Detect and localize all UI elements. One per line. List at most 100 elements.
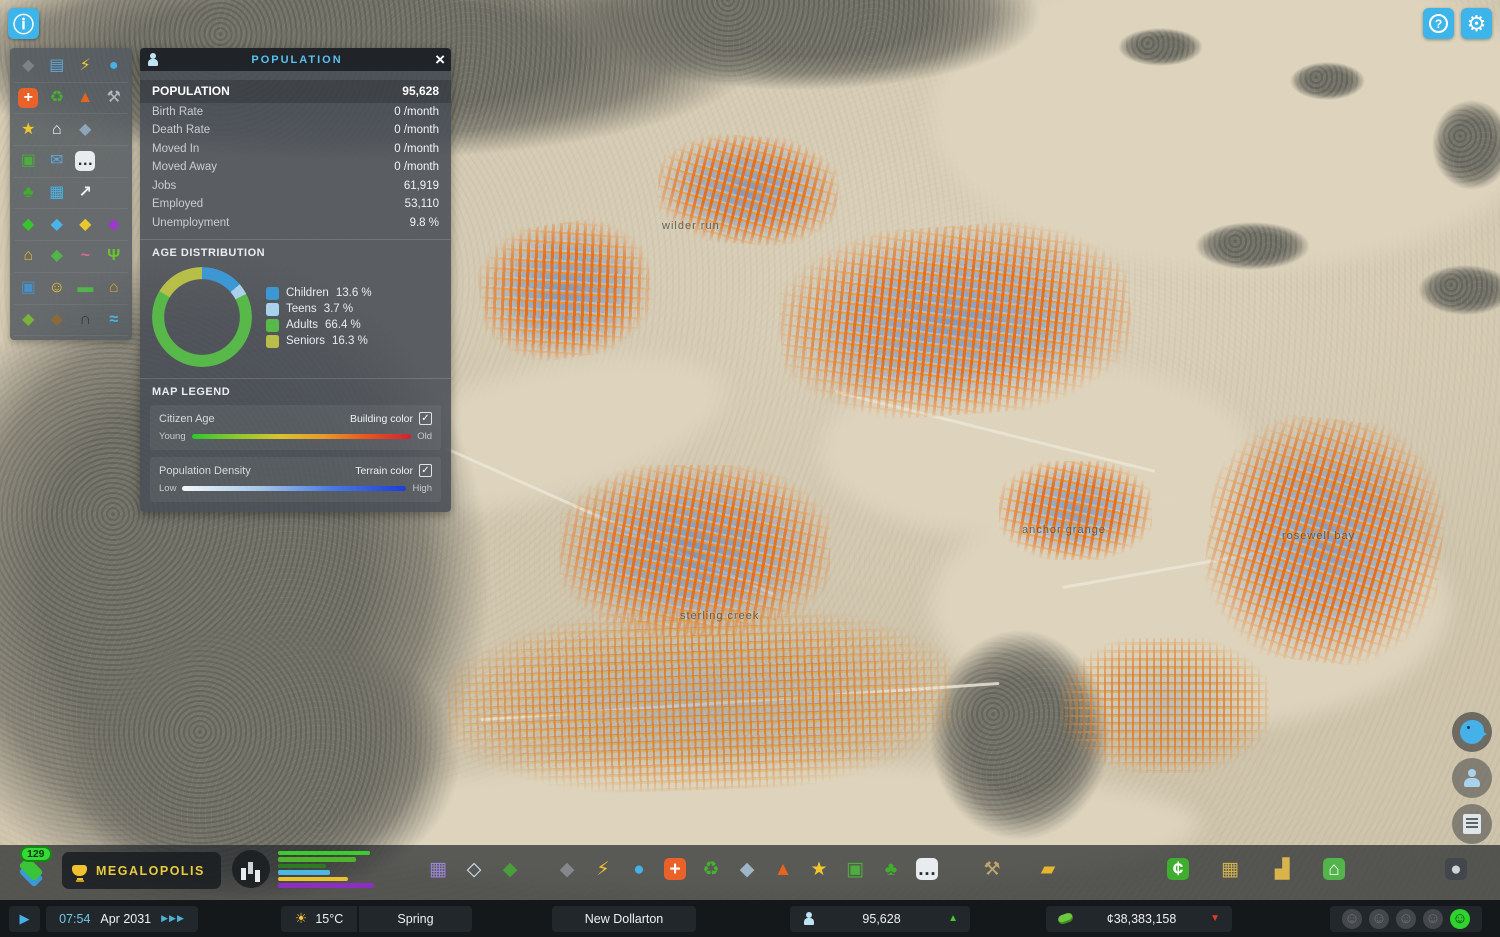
citizen-button[interactable] <box>1452 758 1492 798</box>
zoning-industrial-infoview-icon[interactable]: ◆ <box>99 209 128 242</box>
density-gradient-bar <box>182 486 407 491</box>
happiness-faces[interactable]: ☺ ☺ ☺ ☺ ☺ <box>1330 905 1482 932</box>
fire-rescue-tool-icon[interactable]: ▲ <box>769 852 797 886</box>
stat-row: Jobs 61,919 <box>152 179 439 192</box>
main-toolbar: ▦ ◇ ◆ ◆ ⚡ ● + ♻ ◆ ▲ ★ ▣ ♣ … ⚒ ▰ ¢ ▦ ▟ ⌂ … <box>424 852 1470 886</box>
stat-row: Death Rate 0 /month <box>152 124 439 136</box>
districts-tool-icon[interactable]: ◇ <box>460 852 488 886</box>
xp-badge[interactable]: 129 <box>12 846 60 896</box>
electricity-infoview-icon[interactable]: ⚡ <box>71 51 100 83</box>
demand-bar-green-1 <box>278 850 370 855</box>
population-panel: POPULATION × POPULATION 95,628 Birth Rat… <box>140 48 451 512</box>
fast-forward-icon[interactable]: ▶▶▶ <box>161 913 185 924</box>
police-tool-icon[interactable]: ★ <box>805 852 833 886</box>
stat-row: Moved In 0 /month <box>152 142 439 155</box>
money-flow-infoview-icon[interactable]: ▬ <box>71 273 100 305</box>
healthcare-tool-icon[interactable]: + <box>661 852 689 886</box>
population-chip[interactable]: 95,628 ▲ <box>790 905 970 932</box>
electronics-infoview-icon[interactable]: ▤ <box>42 51 71 83</box>
age-legend-item: Seniors 16.3 % <box>266 334 372 348</box>
communications-tool-icon[interactable]: … <box>913 852 941 886</box>
parks-tool-icon[interactable]: ♣ <box>877 852 905 886</box>
happiness-infoview-icon[interactable]: ☺ <box>42 273 71 305</box>
suburb-cluster <box>394 581 1006 819</box>
water-tool-icon[interactable]: ● <box>625 852 653 886</box>
electricity-tool-icon[interactable]: ⚡ <box>589 852 617 886</box>
zone-demand-chip[interactable] <box>232 850 378 888</box>
building-color-checkbox[interactable]: ✓ <box>419 412 432 425</box>
money-value: ¢38,383,158 <box>1106 911 1177 926</box>
transportation-tool-icon[interactable]: ▣ <box>841 852 869 886</box>
milestone-chip[interactable]: MEGALOPOLIS <box>62 852 221 889</box>
education-tool-icon[interactable]: ◆ <box>733 852 761 886</box>
zoning-office-infoview-icon[interactable]: ◆ <box>71 209 100 242</box>
garbage-tool-icon[interactable]: ♻ <box>697 852 725 886</box>
happiness-face-active: ☺ <box>1450 908 1470 929</box>
progression-tool-icon[interactable]: ▦ <box>1216 852 1244 886</box>
play-button[interactable]: ▶ <box>9 905 40 932</box>
demand-bar-industrial <box>278 883 374 888</box>
noise-pollution-infoview-icon[interactable]: ∩ <box>71 305 100 337</box>
zoning-commercial-infoview-icon[interactable]: ◆ <box>42 209 71 242</box>
money-down-icon: ▼ <box>1210 913 1220 924</box>
age-legend-item: Adults 66.4 % <box>266 318 372 332</box>
transportation-infoview-icon[interactable]: ▣ <box>14 146 43 178</box>
maintenance-infoview-icon[interactable]: ⚒ <box>99 83 128 115</box>
bulldozer-tool-icon[interactable]: ▰ <box>1034 852 1062 886</box>
healthcare-infoview-icon[interactable]: + <box>14 83 43 115</box>
stat-row: Employed 53,110 <box>152 198 439 210</box>
fire-rescue-infoview-icon[interactable]: ▲ <box>71 83 100 115</box>
journal-button[interactable] <box>1452 804 1492 844</box>
forest-island <box>1290 62 1365 100</box>
education-infoview-icon[interactable]: ◆ <box>71 114 100 147</box>
legend-swatch <box>266 334 279 348</box>
post-infoview-icon[interactable]: ✉ <box>42 146 71 178</box>
telecom-infoview-icon[interactable]: … <box>71 146 100 178</box>
milestones-tool-icon[interactable]: ⌂ <box>1320 852 1348 886</box>
ground-pollution-infoview-icon[interactable]: ◆ <box>42 305 71 337</box>
age-donut <box>152 267 252 367</box>
workplaces-infoview-icon[interactable]: ▣ <box>14 273 43 305</box>
tourism-infoview-icon[interactable]: ⌂ <box>99 273 128 305</box>
water-pollution-infoview-icon[interactable]: ≈ <box>99 305 128 337</box>
gear-icon: ⚙ <box>1466 10 1487 36</box>
stat-row: Birth Rate 0 /month <box>152 105 439 118</box>
terrain-infoview-icon[interactable]: ◆ <box>14 305 43 337</box>
roads-tool-icon[interactable]: ◆ <box>553 852 581 886</box>
administration-infoview-icon[interactable]: ⌂ <box>42 114 71 147</box>
zoning-residential-infoview-icon[interactable]: ◆ <box>14 209 43 242</box>
garbage-infoview-icon[interactable]: ♻ <box>42 83 71 115</box>
photo-mode-tool-icon[interactable]: ● <box>1442 852 1470 886</box>
age-distribution-chart: Children 13.6 % Teens 3.7 % Adults 66.4 … <box>140 259 451 371</box>
roads-infoview-icon[interactable]: ◆ <box>14 51 43 83</box>
settings-button[interactable]: ⚙ <box>1461 8 1492 39</box>
zones-tool-icon[interactable]: ▦ <box>424 852 452 886</box>
chirper-button[interactable] <box>1452 712 1492 752</box>
chirper-bird-icon <box>1460 720 1487 744</box>
demand-bar-green-2 <box>278 857 356 862</box>
water-infoview-icon[interactable]: ● <box>99 51 128 83</box>
economy-tool-icon[interactable]: ¢ <box>1164 852 1192 886</box>
happiness-face-dim-2: ☺ <box>1369 908 1389 929</box>
city-cluster <box>452 195 678 385</box>
help-button[interactable]: ? <box>1423 8 1454 39</box>
statistics-tool-icon[interactable]: ▟ <box>1268 852 1296 886</box>
land-value-infoview-icon[interactable]: ◆ <box>42 241 71 273</box>
infoviews-button[interactable]: ⓘ <box>8 8 39 39</box>
close-icon[interactable]: × <box>435 51 445 68</box>
police-infoview-icon[interactable]: ★ <box>14 114 43 147</box>
sun-icon: ☀ <box>294 910 308 926</box>
landscaping-tool-icon[interactable]: ◆ <box>496 852 524 886</box>
growth-infoview-icon[interactable]: Ψ <box>99 241 128 273</box>
game-time: 07:54 <box>59 911 91 926</box>
terraforming-tool-icon[interactable]: ⚒ <box>978 852 1006 886</box>
storage-infoview-icon[interactable]: ▦ <box>42 178 71 210</box>
parks-infoview-icon[interactable]: ♣ <box>14 178 43 210</box>
wind-infoview-icon[interactable]: ↗ <box>71 178 100 210</box>
forest-island <box>1195 222 1310 270</box>
housing-infoview-icon[interactable]: ⌂ <box>14 241 43 273</box>
routes-infoview-icon[interactable]: ~ <box>71 241 100 273</box>
terrain-color-checkbox[interactable]: ✓ <box>419 464 432 477</box>
age-legend-item: Children 13.6 % <box>266 286 372 300</box>
money-chip[interactable]: ¢38,383,158 ▼ <box>1046 905 1232 932</box>
